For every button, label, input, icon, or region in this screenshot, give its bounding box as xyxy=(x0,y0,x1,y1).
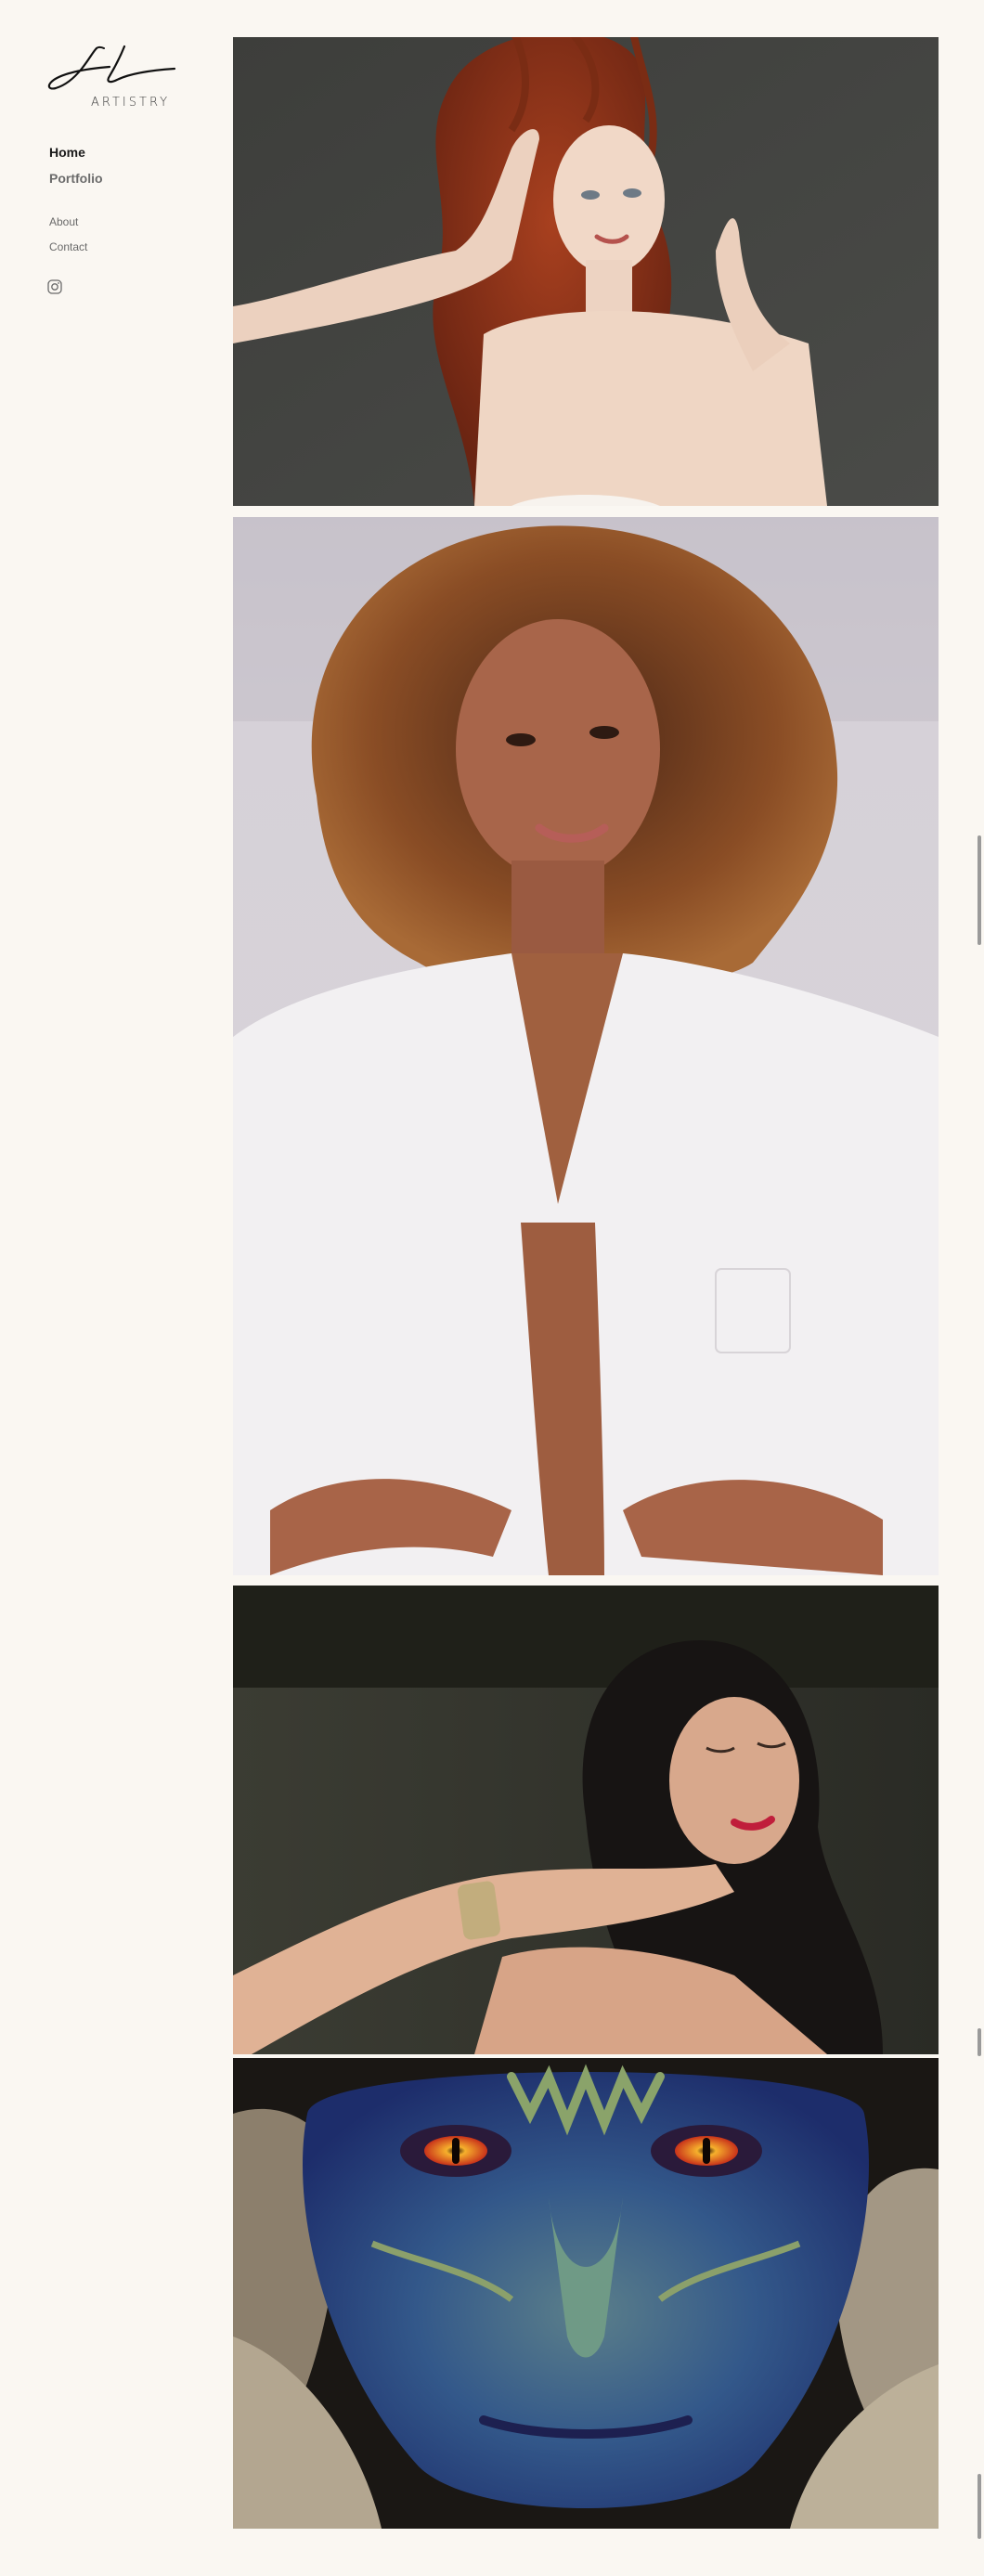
gallery-photo-reptile-makeup[interactable] xyxy=(233,2058,939,2529)
dark-hair-portrait-image xyxy=(233,1586,939,2054)
jl-monogram-icon xyxy=(47,45,176,90)
primary-nav: Home Portfolio xyxy=(49,145,103,186)
page: ARTISTRY Home Portfolio About Contact xyxy=(0,0,984,2576)
scrollbar-marker xyxy=(978,2028,981,2056)
nav-contact[interactable]: Contact xyxy=(49,240,87,253)
gallery-photo-curly-hair[interactable] xyxy=(233,517,939,1575)
reptile-makeup-image xyxy=(233,2058,939,2529)
scrollbar-thumb[interactable] xyxy=(978,835,981,945)
nav-home[interactable]: Home xyxy=(49,145,103,160)
gallery-photo-dark-hair[interactable] xyxy=(233,1586,939,2054)
logo-wordmark: ARTISTRY xyxy=(91,96,171,110)
instagram-icon xyxy=(47,279,62,294)
secondary-nav: About Contact xyxy=(49,215,87,253)
nav-portfolio[interactable]: Portfolio xyxy=(49,171,103,186)
instagram-link[interactable] xyxy=(46,278,63,295)
curly-hair-portrait-image xyxy=(233,517,939,1575)
nav-about[interactable]: About xyxy=(49,215,87,228)
gallery-photo-red-hair[interactable] xyxy=(233,37,939,506)
red-hair-portrait-image xyxy=(233,37,939,506)
scrollbar-marker xyxy=(978,2474,981,2539)
logo[interactable]: ARTISTRY xyxy=(45,43,184,117)
sidebar: ARTISTRY Home Portfolio About Contact xyxy=(0,0,204,2576)
